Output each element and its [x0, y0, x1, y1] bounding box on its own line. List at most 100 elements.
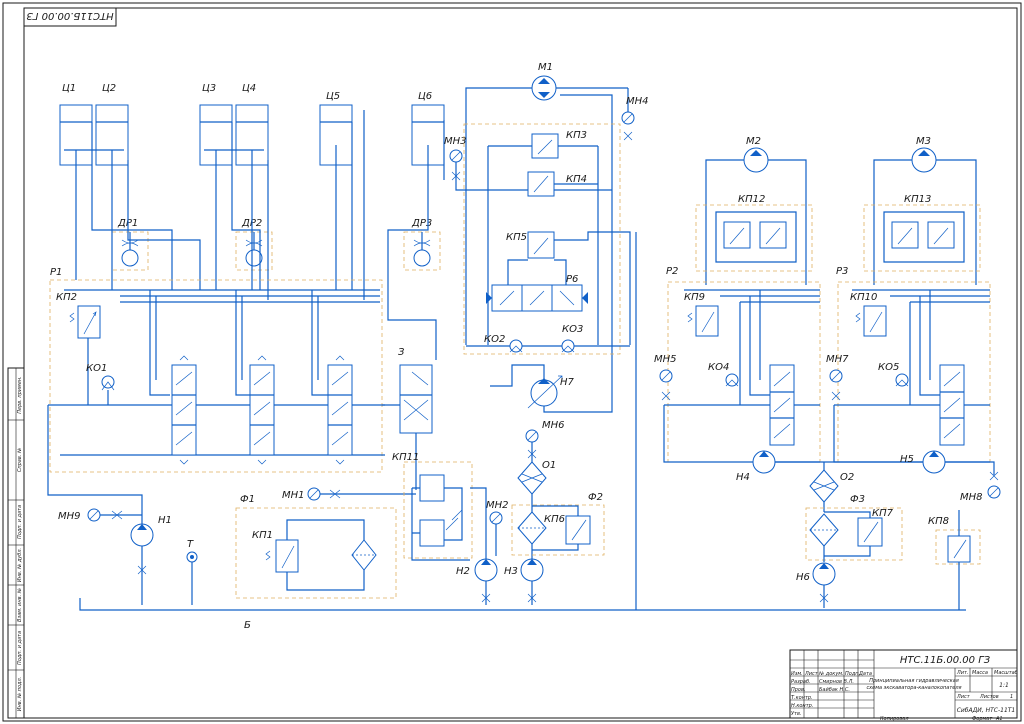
- gauge-mn1: [307, 487, 416, 501]
- label-h2: Н2: [456, 566, 470, 577]
- name-prov: Байбак Н.С.: [819, 687, 850, 693]
- label-kp11: КП11: [392, 452, 419, 463]
- spool-valve-r6: [486, 259, 588, 312]
- cylinder-group-c1-c2: [59, 104, 129, 175]
- label-m1: М1: [538, 62, 553, 73]
- filter-f2: [517, 494, 547, 550]
- label-o1: О1: [542, 460, 556, 471]
- list-label: Лист: [956, 694, 971, 700]
- label-r1: Р1: [50, 267, 62, 278]
- col-lit: Лит.: [956, 670, 969, 676]
- strip-inv-podl: Инв. № подл.: [17, 677, 23, 712]
- label-f3: Ф3: [850, 494, 865, 505]
- gauge-mn5: [659, 369, 673, 401]
- title-block: НТС.11Б.00.00 ГЗ Принципиальная гидравли…: [789, 649, 1018, 719]
- check-valve-ko3: [561, 339, 575, 353]
- pump-h6: [812, 562, 836, 608]
- check-valve-ko5: [895, 373, 909, 387]
- gauge-mn9: [87, 508, 142, 522]
- col-data: Дата: [858, 671, 872, 677]
- col-izm: Изм.: [791, 671, 803, 677]
- gauge-mn2: [489, 511, 503, 556]
- label-kp13: КП13: [904, 194, 931, 205]
- label-kp2: КП2: [56, 292, 77, 303]
- label-ko5: КО5: [878, 362, 899, 373]
- col-podp: Подп.: [845, 671, 860, 677]
- label-h7: Н7: [560, 377, 575, 388]
- label-c1: Ц1: [62, 83, 76, 94]
- mirrored-code-box: НТС11Б.00.00 ГЗ: [23, 7, 117, 27]
- col-massa: Масса: [972, 670, 988, 676]
- label-c6: Ц6: [418, 91, 432, 102]
- label-ko1: КО1: [86, 363, 107, 374]
- label-mn9: МН9: [58, 511, 81, 522]
- label-mn4: МН4: [626, 96, 649, 107]
- label-h1: Н1: [158, 515, 172, 526]
- row-prov: Пров.: [791, 687, 806, 693]
- distributor-r2-lines: [663, 289, 820, 463]
- tank-symbol-t: [186, 551, 198, 605]
- label-mn5: МН5: [654, 354, 677, 365]
- scale-value: 1:1: [999, 682, 1009, 689]
- col-list: Лист: [804, 671, 819, 677]
- label-z: З: [398, 347, 405, 358]
- label-dr3: ДР3: [411, 218, 432, 229]
- label-mn8: МН8: [960, 492, 983, 503]
- label-c5: Ц5: [326, 91, 340, 102]
- label-c4: Ц4: [242, 83, 256, 94]
- label-f2: Ф2: [588, 492, 603, 503]
- listov-value: 1: [1010, 694, 1013, 700]
- label-h4: Н4: [736, 472, 750, 483]
- row-utv: Утв.: [791, 711, 802, 717]
- label-m2: М2: [746, 136, 761, 147]
- relief-valve-kp4: [527, 171, 598, 197]
- check-valve-ko1: [101, 375, 115, 391]
- relief-valve-kp2: [69, 305, 101, 339]
- cooler-o2: [809, 462, 839, 512]
- motor-m3: [873, 147, 977, 285]
- spool-stack-2: [249, 355, 275, 465]
- valve-kp11: [411, 474, 470, 561]
- pump-h3: [520, 550, 544, 605]
- spool-stack-r3: [939, 364, 965, 446]
- label-kp1: КП1: [252, 530, 273, 541]
- label-r2: Р2: [666, 266, 678, 277]
- motor-m2: [705, 147, 807, 285]
- label-mn3: МН3: [444, 136, 467, 147]
- row-nkontr: Н.контр.: [791, 703, 813, 709]
- tank-line: [79, 598, 966, 611]
- relief-valves-kp13: [883, 211, 965, 263]
- label-mn1: МН1: [282, 490, 305, 501]
- strip-podp-data-2: Подп. и дата: [17, 631, 23, 665]
- spool-stack-1: [171, 355, 197, 465]
- label-tank-b: Б: [244, 620, 251, 631]
- kp13-boundary: [863, 204, 981, 272]
- col-masshtab: Масштаб: [994, 670, 1018, 676]
- check-valve-ko2: [509, 339, 523, 353]
- label-r6: Р6: [566, 274, 578, 285]
- label-kp5: КП5: [506, 232, 527, 243]
- label-t: Т: [187, 539, 194, 550]
- kopiroval-label: Копировал: [880, 716, 909, 722]
- organization: СибАДИ, НТС-11Т1: [957, 707, 1016, 714]
- gauge-mn6: [525, 429, 539, 462]
- spool-stack-3: [327, 355, 353, 465]
- label-kp3: КП3: [566, 130, 587, 141]
- label-ko3: КО3: [562, 324, 583, 335]
- format-label: Формат: [972, 716, 993, 722]
- strip-vzam-inv: Взам. инв. №: [17, 588, 23, 622]
- inner-frame: [23, 7, 1018, 719]
- title-line-1: Принципиальная гидравлическая: [869, 678, 959, 684]
- cylinder-c6: [411, 104, 445, 175]
- title-line-2: схема экскаватора-каналокопателя: [866, 685, 961, 691]
- strip-inv-dubl: Инв. № дубл.: [17, 548, 23, 582]
- label-kp9: КП9: [684, 292, 705, 303]
- label-ko2: КО2: [484, 334, 505, 345]
- label-c3: Ц3: [202, 83, 216, 94]
- spool-stack-r2: [769, 364, 795, 446]
- label-mn6: МН6: [542, 420, 565, 431]
- relief-valve-kp1: [265, 539, 299, 573]
- label-mn7: МН7: [826, 354, 849, 365]
- col-doc: № докум.: [818, 671, 844, 677]
- row-razrab: Разраб.: [791, 679, 811, 685]
